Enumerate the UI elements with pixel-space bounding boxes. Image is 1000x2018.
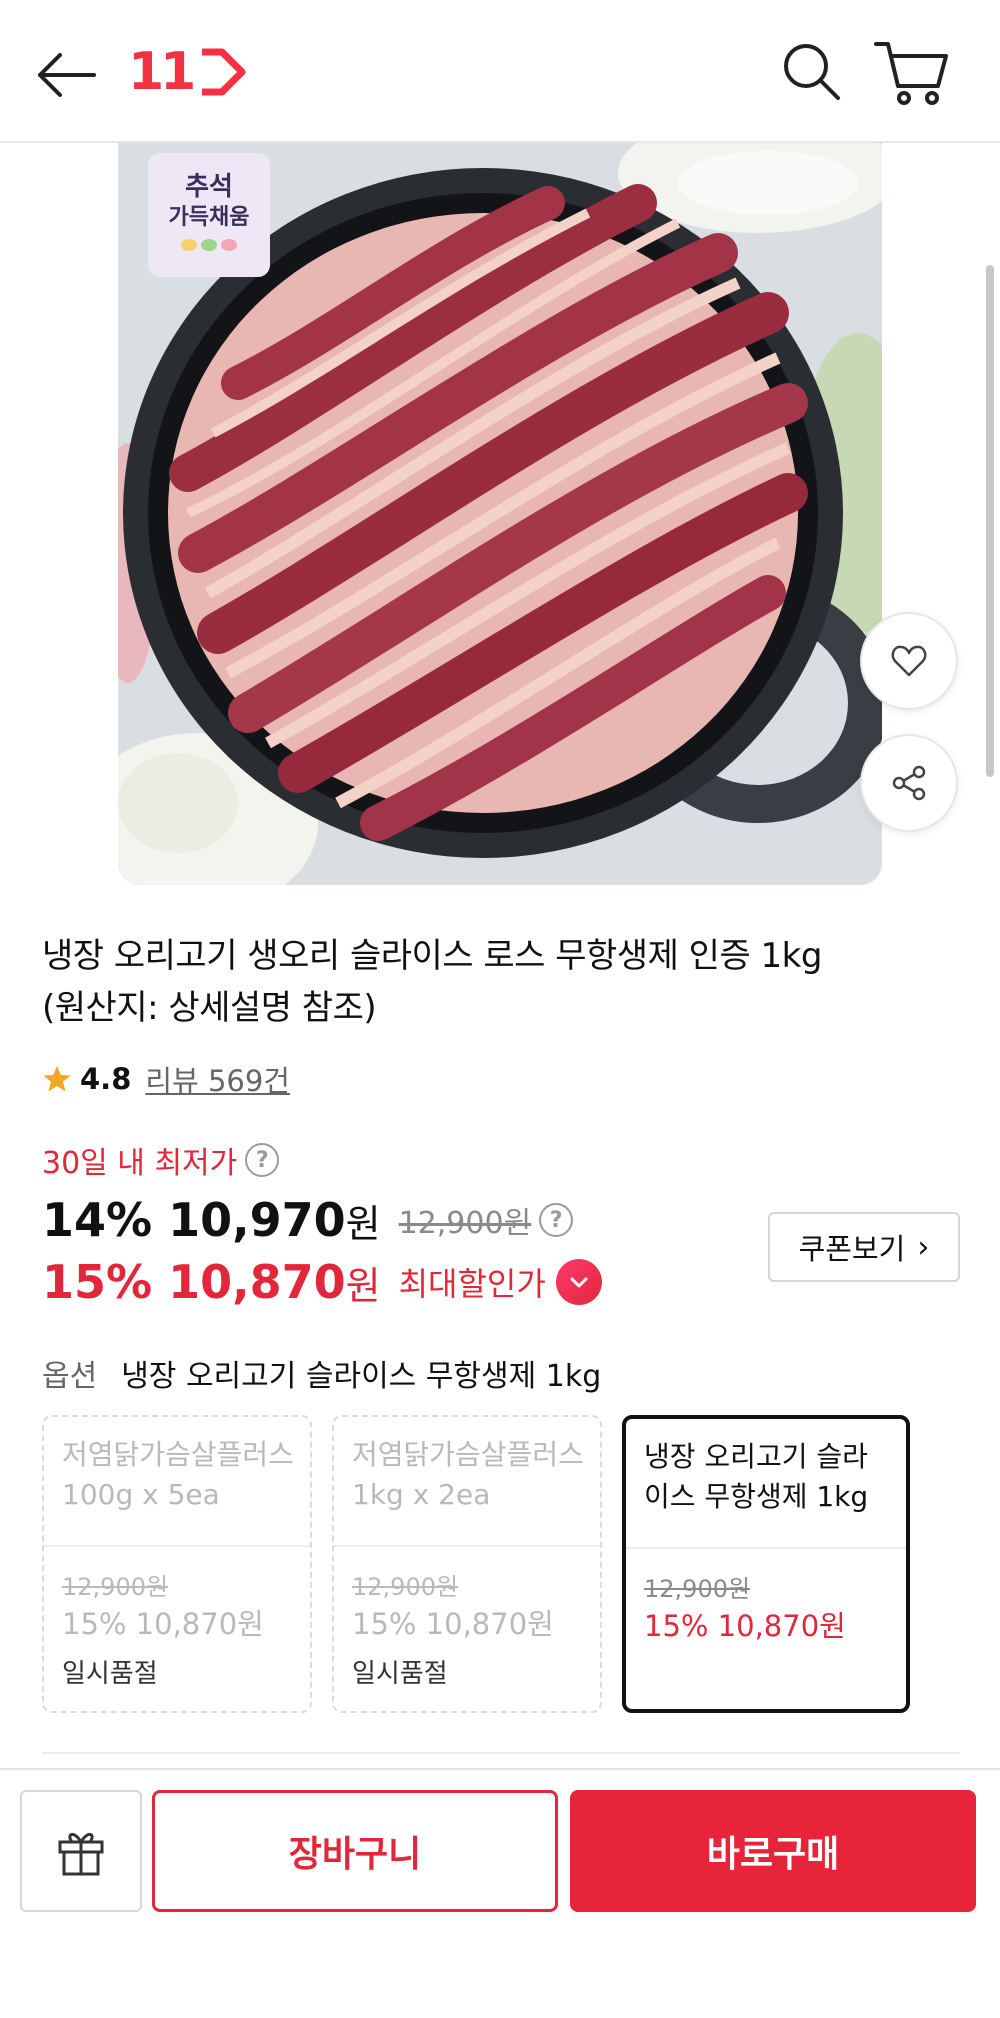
product-image[interactable]: 추석 가득채움 — [118, 143, 882, 885]
top-header: 11 — [0, 0, 1000, 143]
divider — [626, 1547, 906, 1549]
product-title-line-1: 냉장 오리고기 생오리 슬라이스 로스 무항생제 인증 1kg — [42, 936, 822, 976]
search-button[interactable] — [776, 36, 848, 108]
product-title: 냉장 오리고기 생오리 슬라이스 로스 무항생제 인증 1kg (원산지: 상세… — [42, 930, 962, 1034]
option-card-original-price: 12,900원 — [644, 1575, 751, 1603]
logo[interactable]: 11 — [128, 42, 248, 102]
option-row: 옵션 냉장 오리고기 슬라이스 무항생제 1kg — [42, 1350, 601, 1396]
logo-mark-icon — [202, 48, 246, 96]
promo-badge: 추석 가득채움 — [148, 155, 270, 279]
sale-price: 10,970 — [168, 1193, 346, 1247]
max-discount-rate: 15% — [42, 1255, 153, 1309]
scrollbar[interactable] — [986, 265, 994, 777]
logo-text: 11 — [128, 42, 196, 102]
gift-button[interactable] — [20, 1790, 142, 1912]
lowest-price-label: 30일 내 최저가 — [42, 1146, 238, 1181]
product-title-line-2: (원산지: 상세설명 참조) — [42, 988, 377, 1028]
option-card-name: 저염닭가슴살플러스 1kg x 2ea — [352, 1438, 584, 1511]
search-icon — [784, 44, 840, 100]
coupon-button[interactable]: 쿠폰보기 › — [768, 1212, 960, 1282]
option-card[interactable]: 저염닭가슴살플러스 100g x 5ea 12,900원 15% 10,870원… — [42, 1415, 312, 1713]
heart-icon — [891, 645, 927, 677]
rating-score: 4.8 — [80, 1062, 132, 1096]
buy-now-button[interactable]: 바로구매 — [570, 1790, 976, 1912]
question-icon[interactable]: ? — [245, 1143, 280, 1177]
option-label: 옵션 — [42, 1359, 98, 1394]
option-card-original-price: 12,900원 — [352, 1573, 459, 1601]
chevron-down-icon[interactable] — [555, 1259, 602, 1305]
share-button[interactable] — [860, 734, 958, 832]
cart-icon — [874, 42, 948, 105]
option-card-original-price: 12,900원 — [62, 1573, 169, 1601]
back-button[interactable] — [34, 40, 104, 110]
share-icon — [892, 765, 926, 801]
bottom-action-bar: 장바구니 바로구매 — [0, 1768, 1000, 2018]
question-icon[interactable]: ? — [539, 1203, 574, 1237]
cart-button[interactable] — [872, 36, 952, 108]
sale-price-currency: 원 — [345, 1201, 381, 1246]
option-card-price: 15% 10,870원 — [644, 1609, 846, 1643]
option-card-name: 냉장 오리고기 슬라이스 무항생제 1kg — [644, 1440, 869, 1513]
max-discount-label: 최대할인가 — [398, 1265, 546, 1303]
gift-icon — [58, 1833, 104, 1876]
star-icon — [43, 1066, 71, 1092]
max-discount-row: 15% 10,870 원 최대할인가 — [42, 1250, 602, 1314]
max-discount-currency: 원 — [345, 1263, 381, 1308]
section-divider — [42, 1752, 960, 1754]
option-card-status: 일시품절 — [352, 1659, 448, 1689]
wishlist-button[interactable] — [860, 612, 958, 710]
option-card-selected[interactable]: 냉장 오리고기 슬라이스 무항생제 1kg 12,900원 15% 10,870… — [622, 1415, 910, 1713]
divider — [334, 1545, 600, 1547]
option-card-price: 15% 10,870원 — [62, 1607, 264, 1641]
badge-line-2: 가득채움 — [168, 205, 250, 230]
sale-price-row: 14% 10,970 원 12,900원 ? — [42, 1188, 574, 1252]
coupon-button-label: 쿠폰보기 — [798, 1232, 906, 1266]
arrow-left-icon — [38, 53, 96, 97]
option-card[interactable]: 저염닭가슴살플러스 1kg x 2ea 12,900원 15% 10,870원 … — [332, 1415, 602, 1713]
songpyeon-icon — [181, 239, 237, 251]
original-price: 12,900원 — [398, 1206, 532, 1241]
option-card-name: 저염닭가슴살플러스 100g x 5ea — [62, 1438, 294, 1511]
badge-line-1: 추석 — [185, 172, 233, 202]
rating-row: 4.8 리뷰 569건 — [42, 1057, 290, 1101]
lowest-price-row: 30일 내 최저가 ? — [42, 1138, 280, 1182]
add-to-cart-button[interactable]: 장바구니 — [152, 1790, 558, 1912]
discount-rate: 14% — [42, 1193, 153, 1247]
option-card-price: 15% 10,870원 — [352, 1607, 554, 1641]
max-discount-price: 10,870 — [168, 1255, 346, 1309]
option-card-status: 일시품절 — [62, 1659, 158, 1689]
chevron-right-icon: › — [917, 1229, 930, 1265]
review-link[interactable]: 리뷰 569건 — [145, 1058, 290, 1100]
divider — [44, 1545, 310, 1547]
selected-option: 냉장 오리고기 슬라이스 무항생제 1kg — [121, 1359, 602, 1394]
